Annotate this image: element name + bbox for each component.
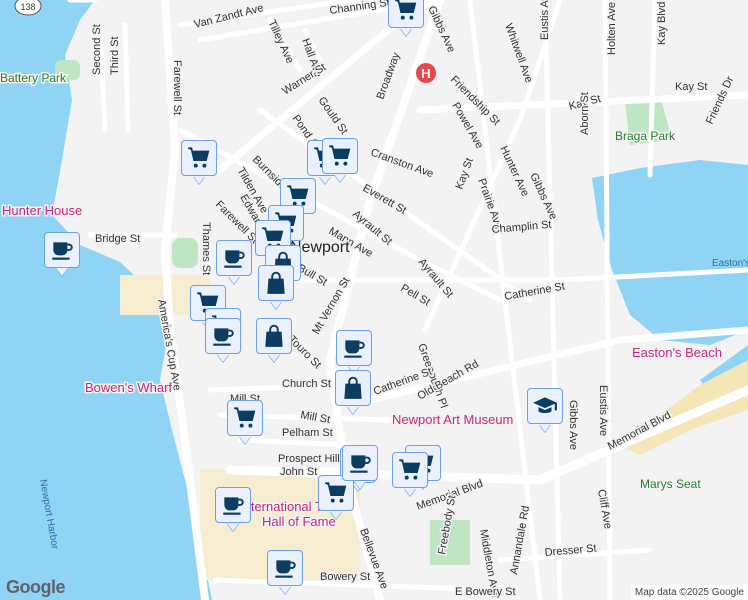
place-marker-shopping-bag[interactable] [258,265,294,301]
street-label: Pell St [399,282,433,308]
park-label: Battery Park [0,71,67,85]
coffee-icon [220,492,246,518]
coffee-icon [341,335,367,361]
coffee-icon [49,237,75,263]
eastons-pond [592,160,748,345]
place-marker-coffee[interactable] [216,240,252,276]
hospital-icon[interactable]: H [416,63,436,83]
place-marker-cart[interactable] [388,0,424,28]
park-area [172,238,198,268]
poi-label[interactable]: Easton's Beach [631,344,724,362]
street-label: Whitwell Ave [502,22,535,85]
park-label: Marys Seat [640,477,701,491]
street-label: Mill St [299,409,331,426]
coffee-icon [210,323,236,349]
street-label: Holten Ave [606,2,618,55]
street-label: Broadway [375,50,403,101]
street-label: Eustis Ave [539,0,551,40]
place-marker-coffee[interactable] [205,318,241,354]
cart-icon [327,143,353,169]
place-marker-cart[interactable] [181,140,217,176]
svg-text:H: H [421,66,430,81]
route-shield-label: 138 [20,2,35,12]
poi-label[interactable]: Hall of Fame [261,513,338,531]
street-label: Friends Dr [704,74,737,126]
map-canvas[interactable]: 138 H Van Zandt Ave Channing St Gibbs Ave W… [0,0,748,600]
street-label: Kay St [675,81,707,93]
street-label: Bowery St [320,571,370,583]
shopping-bag-icon [263,270,289,296]
place-marker-coffee[interactable] [215,487,251,523]
place-marker-graduation-cap[interactable] [527,388,563,424]
place-marker-coffee[interactable] [336,330,372,366]
street-label: Third St [109,36,121,75]
coffee-icon [347,450,373,476]
place-marker-coffee[interactable] [44,232,80,268]
street-label: Aborn St [579,92,591,135]
cart-icon [186,145,212,171]
street-label: Annandale Rd [508,505,532,576]
street-label: Warner St [280,61,328,97]
street-label: Bridge St [95,233,140,245]
street-label: Church St [282,378,331,390]
street-label: Gibbs Ave [527,171,559,221]
poi-label[interactable]: Bowen's Wharf [84,379,174,397]
graduation-cap-icon [532,393,558,419]
street-label: Friendship St [448,74,502,128]
coffee-icon [221,245,247,271]
google-logo: Google [6,577,66,597]
street-label: Pelham St [282,427,333,439]
street-label: Kay Blvd [656,2,668,45]
street-label: Hunter Ave [497,144,531,198]
cart-icon [397,457,423,483]
route-shield: 138 [14,0,42,16]
street-label: Kay St [454,156,476,191]
poi-label[interactable]: Newport Art Museum [391,411,515,429]
place-marker-shopping-bag[interactable] [335,370,371,406]
street-label: John St [280,466,317,478]
cart-icon [323,480,349,506]
place-marker-cart[interactable] [227,400,263,436]
place-marker-shopping-bag[interactable] [256,318,292,354]
street-label: Catherine St [503,281,565,303]
map-attribution[interactable]: Map data ©2025 Google [630,585,748,600]
coffee-icon [272,555,298,581]
place-marker-cart[interactable] [322,138,358,174]
street-label: E Bowery St [455,586,516,598]
cart-icon [393,0,419,23]
street-label: Gould St [316,95,350,137]
cart-icon [232,405,258,431]
street-label: Second St [91,24,103,75]
poi-label[interactable]: Hunter House [1,202,84,220]
street-label: Thames St [200,222,212,275]
shopping-bag-icon [340,375,366,401]
street-label: Gibbs Ave [567,400,579,450]
place-marker-coffee[interactable] [267,550,303,586]
street-label: Eustis Ave [597,385,609,436]
water-label: Easton's Pond [712,258,748,269]
shopping-bag-icon [261,323,287,349]
park-label: Braga Park [615,129,676,143]
street-label: Farewell St [171,60,183,115]
place-marker-coffee[interactable] [342,445,378,481]
place-marker-cart[interactable] [392,452,428,488]
